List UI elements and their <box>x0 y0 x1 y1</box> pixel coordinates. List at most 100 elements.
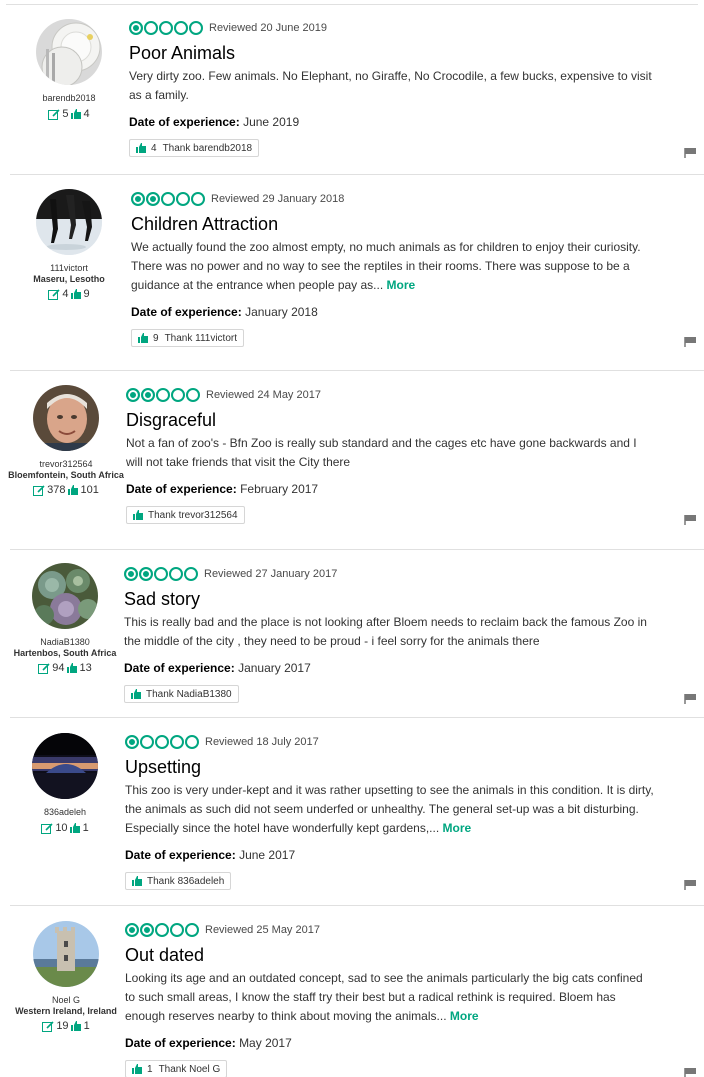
review-content: Reviewed 20 June 2019 Poor Animals Very … <box>129 20 669 158</box>
username[interactable]: 111victort <box>9 263 129 274</box>
thank-label: Thank NadiaB1380 <box>146 688 232 700</box>
member-info: 836adeleh 10 1 <box>5 733 125 834</box>
experience-value: February 2017 <box>240 482 319 496</box>
thank-count: 1 <box>147 1063 153 1075</box>
review-date: Reviewed 27 January 2017 <box>204 568 338 580</box>
contributions-count: 4 <box>62 288 69 300</box>
bubble-filled <box>129 21 143 35</box>
bubble-empty <box>189 21 203 35</box>
review-title[interactable]: Sad story <box>124 587 664 611</box>
experience-value: June 2017 <box>239 848 296 862</box>
rating-line: Reviewed 24 May 2017 <box>126 387 666 403</box>
username[interactable]: Noel G <box>6 995 126 1006</box>
thumbs-up-icon <box>133 510 143 520</box>
member-info: 111victort Maseru, Lesotho 4 9 <box>9 189 129 300</box>
member-info: trevor312564 Bloemfontein, South Africa … <box>6 385 126 496</box>
review-card: 111victort Maseru, Lesotho 4 9 Reviewed … <box>0 175 704 371</box>
avatar[interactable] <box>36 189 102 255</box>
flag-icon[interactable] <box>684 148 696 158</box>
avatar[interactable] <box>32 733 98 799</box>
review-card: trevor312564 Bloemfontein, South Africa … <box>0 371 704 550</box>
bubble-filled <box>146 192 160 206</box>
bubble-rating <box>129 21 203 35</box>
member-stats: 4 9 <box>9 288 129 300</box>
bubble-filled <box>124 567 138 581</box>
plates-icon <box>36 19 102 85</box>
review-body: Looking its age and an outdated concept,… <box>125 971 643 1023</box>
flag-icon[interactable] <box>684 880 696 890</box>
flag-icon[interactable] <box>684 515 696 525</box>
man-portrait-icon <box>33 385 99 451</box>
thumbs-up-icon <box>70 1021 81 1031</box>
rating-line: Reviewed 20 June 2019 <box>129 20 669 36</box>
bubble-rating <box>124 567 198 581</box>
thank-button[interactable]: Thank 836adeleh <box>125 872 232 890</box>
thumbs-up-icon <box>138 333 148 343</box>
avatar[interactable] <box>33 921 99 987</box>
bubble-empty <box>170 923 184 937</box>
bubble-empty <box>191 192 205 206</box>
experience-date: Date of experience: January 2018 <box>131 305 671 319</box>
bubble-empty <box>161 192 175 206</box>
rating-line: Reviewed 25 May 2017 <box>125 922 665 938</box>
username[interactable]: barendb2018 <box>9 93 129 104</box>
flag-icon[interactable] <box>684 1068 696 1077</box>
more-link[interactable]: More <box>387 278 416 292</box>
review-title[interactable]: Disgraceful <box>126 408 666 432</box>
helpful-votes-count: 4 <box>83 108 90 120</box>
bubble-rating <box>125 923 199 937</box>
bubble-empty <box>176 192 190 206</box>
location: Maseru, Lesotho <box>33 274 105 284</box>
username[interactable]: trevor312564 <box>6 459 126 470</box>
thank-button[interactable]: 4 Thank barendb2018 <box>129 139 260 157</box>
avatar[interactable] <box>33 385 99 451</box>
sunset-icon <box>32 733 98 799</box>
more-link[interactable]: More <box>443 821 472 835</box>
bubble-empty <box>174 21 188 35</box>
castle-tower-icon <box>33 921 99 987</box>
review-title[interactable]: Out dated <box>125 943 665 967</box>
flag-icon[interactable] <box>684 694 696 704</box>
review-body: Not a fan of zoo's - Bfn Zoo is really s… <box>126 436 637 469</box>
review-text: We actually found the zoo almost empty, … <box>131 238 661 295</box>
thumbs-up-icon <box>70 289 81 299</box>
thumbs-up-icon <box>70 109 81 119</box>
more-link[interactable]: More <box>450 1009 479 1023</box>
contributions-count: 94 <box>52 662 65 674</box>
username[interactable]: NadiaB1380 <box>5 637 125 648</box>
review-count-icon <box>48 108 60 120</box>
avatar[interactable] <box>36 19 102 85</box>
member-stats: 19 1 <box>6 1020 126 1032</box>
review-content: Reviewed 18 July 2017 Upsetting This zoo… <box>125 734 665 891</box>
review-content: Reviewed 24 May 2017 Disgraceful Not a f… <box>126 387 666 525</box>
reviews-page: barendb2018 5 4 Reviewed 20 June 2019 Po… <box>0 0 704 1077</box>
member-stats: 378 101 <box>6 484 126 496</box>
review-title[interactable]: Children Attraction <box>131 212 671 236</box>
thumbs-up-icon <box>69 823 80 833</box>
review-title[interactable]: Poor Animals <box>129 41 669 65</box>
review-title[interactable]: Upsetting <box>125 755 665 779</box>
member-stats: 10 1 <box>5 822 125 834</box>
review-text: Not a fan of zoo's - Bfn Zoo is really s… <box>126 434 656 472</box>
thank-button[interactable]: 1 Thank Noel G <box>125 1060 228 1077</box>
review-count-icon <box>41 822 53 834</box>
review-count-icon <box>33 484 45 496</box>
bubble-filled <box>131 192 145 206</box>
avatar[interactable] <box>32 563 98 629</box>
experience-value: June 2019 <box>243 115 300 129</box>
flag-icon[interactable] <box>684 337 696 347</box>
experience-date: Date of experience: May 2017 <box>125 1036 665 1050</box>
thank-button[interactable]: Thank NadiaB1380 <box>124 685 239 703</box>
thumbs-up-icon <box>132 1064 142 1074</box>
thumbs-up-icon <box>67 485 78 495</box>
experience-date: Date of experience: June 2017 <box>125 848 665 862</box>
thank-button[interactable]: 9 Thank 111victort <box>131 329 245 347</box>
username[interactable]: 836adeleh <box>5 807 125 818</box>
bubble-filled <box>125 923 139 937</box>
experience-label: Date of experience: <box>126 482 237 496</box>
review-date: Reviewed 18 July 2017 <box>205 736 319 748</box>
experience-date: Date of experience: February 2017 <box>126 482 666 496</box>
review-text: Looking its age and an outdated concept,… <box>125 969 655 1026</box>
review-text: Very dirty zoo. Few animals. No Elephant… <box>129 67 659 105</box>
thank-button[interactable]: Thank trevor312564 <box>126 506 245 524</box>
